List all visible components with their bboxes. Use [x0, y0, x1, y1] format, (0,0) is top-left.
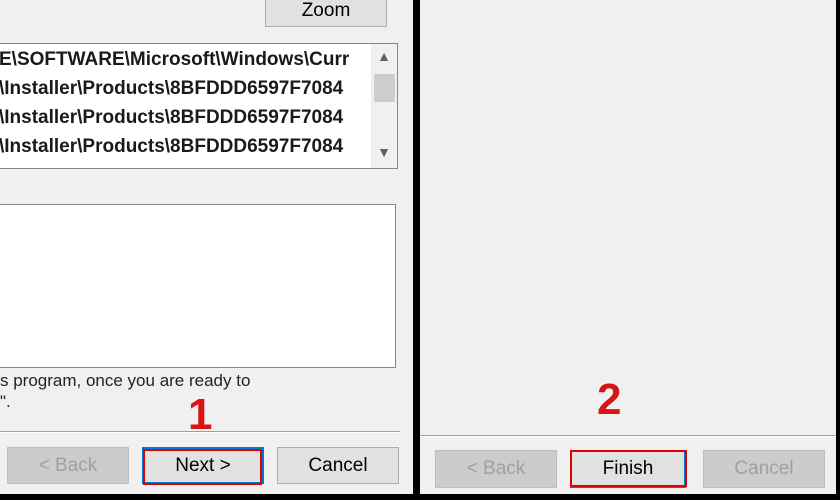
cancel-button[interactable]: Cancel — [703, 450, 825, 488]
step-number-2: 2 — [597, 375, 622, 424]
instruction-text-line-2: ". — [0, 392, 11, 411]
scrollbar-thumb[interactable] — [374, 74, 395, 102]
scroll-up-icon[interactable]: ▲ — [371, 48, 397, 64]
zoom-button[interactable]: Zoom — [265, 0, 387, 27]
details-text-box[interactable] — [0, 204, 396, 368]
next-button-highlight — [143, 449, 262, 485]
list-item[interactable]: \Installer\Products\8BFDDD6597F7084 — [0, 132, 343, 161]
list-item[interactable]: \Installer\Products\8BFDDD6597F7084 — [0, 74, 343, 103]
finish-button-highlight — [570, 450, 687, 487]
list-item[interactable]: E\SOFTWARE\Microsoft\Windows\Curr — [0, 45, 349, 74]
registry-key-list[interactable]: E\SOFTWARE\Microsoft\Windows\Curr \Insta… — [0, 43, 398, 169]
list-item[interactable]: \Installer\Products\8BFDDD6597F7084 — [0, 103, 343, 132]
wizard-dialog-step-1: Zoom E\SOFTWARE\Microsoft\Windows\Curr \… — [0, 0, 413, 494]
back-button[interactable]: < Back — [7, 447, 129, 484]
instruction-text-line-1: s program, once you are ready to — [0, 371, 251, 390]
button-bar-separator-highlight — [420, 436, 836, 437]
wizard-dialog-step-2: 2 < Back Finish Cancel — [420, 0, 836, 494]
back-button[interactable]: < Back — [435, 450, 557, 488]
scroll-down-icon[interactable]: ▼ — [371, 144, 397, 160]
cancel-button[interactable]: Cancel — [277, 447, 399, 484]
step-number-1: 1 — [188, 390, 213, 439]
vertical-scrollbar[interactable]: ▲ ▼ — [371, 44, 397, 168]
